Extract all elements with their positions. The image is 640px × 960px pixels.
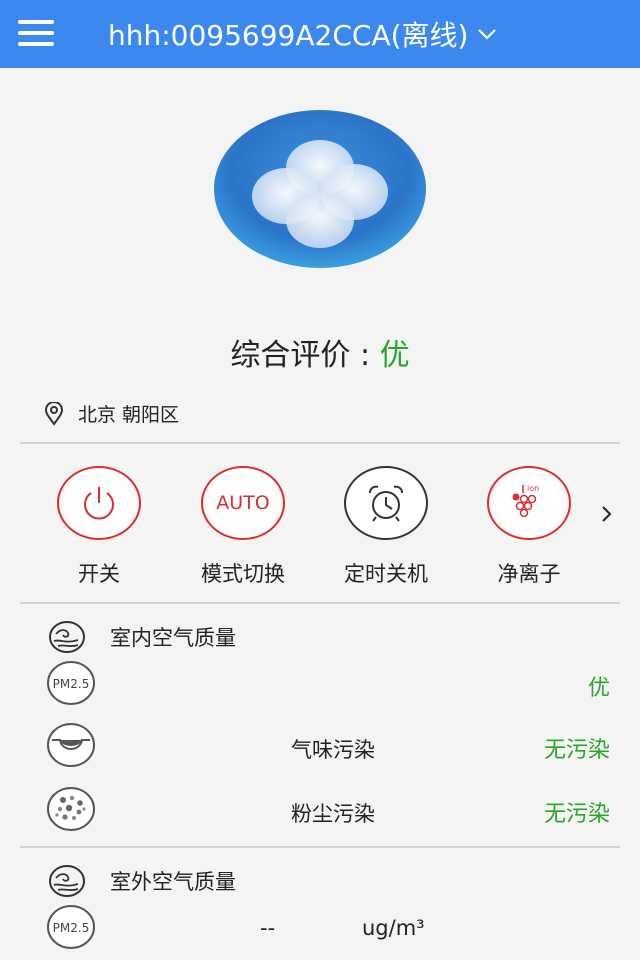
power-control[interactable]: 开关 bbox=[34, 466, 164, 588]
pm25-text: PM2.5 bbox=[53, 921, 90, 935]
mode-button[interactable]: AUTO bbox=[201, 466, 285, 540]
dust-name: 粉尘污染 bbox=[291, 802, 375, 826]
location-pin-icon bbox=[44, 401, 64, 426]
device-title: hhh:0095699A2CCA(离线) bbox=[108, 19, 469, 52]
location-text: 北京 朝阳区 bbox=[78, 404, 180, 426]
auto-icon: AUTO bbox=[216, 492, 270, 514]
power-icon bbox=[84, 487, 114, 520]
divider bbox=[20, 846, 620, 848]
ion-button[interactable]: ion bbox=[487, 466, 571, 540]
timer-label: 定时关机 bbox=[344, 562, 428, 586]
mode-control[interactable]: AUTO 模式切换 bbox=[178, 466, 308, 588]
timer-button[interactable] bbox=[344, 466, 428, 540]
ion-control[interactable]: ion 净离子 bbox=[464, 466, 594, 588]
divider bbox=[20, 442, 620, 444]
timer-control[interactable]: 定时关机 bbox=[321, 466, 451, 588]
ion-label: 净离子 bbox=[497, 562, 561, 586]
power-button[interactable] bbox=[57, 466, 141, 540]
overall-label: 综合评价 : bbox=[230, 338, 380, 373]
divider bbox=[20, 602, 620, 604]
odor-row: 气味污染 无污染 bbox=[46, 722, 620, 772]
pm25-icon: PM2.5 bbox=[47, 905, 95, 949]
indoor-section-title: 室内空气质量 bbox=[48, 620, 236, 654]
pm25-row: PM2.5 优 bbox=[46, 660, 620, 710]
odor-status: 无污染 bbox=[543, 738, 610, 763]
location: 北京 朝阳区 bbox=[44, 400, 179, 427]
control-bar: 开关 AUTO 模式切换 定时关机 ion 净离子 bbox=[0, 466, 640, 596]
pm25-text: PM2.5 bbox=[53, 677, 90, 691]
outdoor-title: 室外空气质量 bbox=[110, 870, 236, 894]
air-quality-icon bbox=[49, 621, 85, 653]
power-label: 开关 bbox=[78, 562, 120, 586]
odor-name: 气味污染 bbox=[291, 738, 375, 762]
outdoor-section-title: 室外空气质量 bbox=[48, 864, 236, 898]
overall-grade: 优 bbox=[379, 338, 410, 373]
indoor-title: 室内空气质量 bbox=[110, 626, 236, 650]
ion-text: ion bbox=[527, 484, 539, 493]
dust-status: 无污染 bbox=[543, 802, 610, 827]
ion-icon: ion bbox=[512, 484, 539, 518]
device-selector[interactable]: hhh:0095699A2CCA(离线) bbox=[108, 16, 498, 52]
hamburger-icon[interactable] bbox=[18, 20, 54, 46]
chevron-right-icon[interactable] bbox=[598, 504, 616, 524]
mode-label: 模式切换 bbox=[201, 562, 285, 586]
outdoor-pm25-unit: ug/m³ bbox=[362, 916, 425, 940]
app-header: hhh:0095699A2CCA(离线) bbox=[0, 0, 640, 68]
air-quality-icon bbox=[49, 865, 85, 897]
pm25-status: 优 bbox=[587, 676, 610, 701]
overall-rating: 综合评价 : 优 bbox=[0, 330, 640, 374]
dust-row: 粉尘污染 无污染 bbox=[46, 786, 620, 836]
fan-icon bbox=[214, 110, 426, 268]
outdoor-pm25-value: -- bbox=[260, 916, 276, 940]
outdoor-pm25-row: PM2.5 -- ug/m³ bbox=[46, 904, 620, 954]
chevron-down-icon bbox=[478, 29, 497, 40]
alarm-clock-icon bbox=[369, 485, 403, 522]
pm25-icon: PM2.5 bbox=[47, 661, 95, 705]
